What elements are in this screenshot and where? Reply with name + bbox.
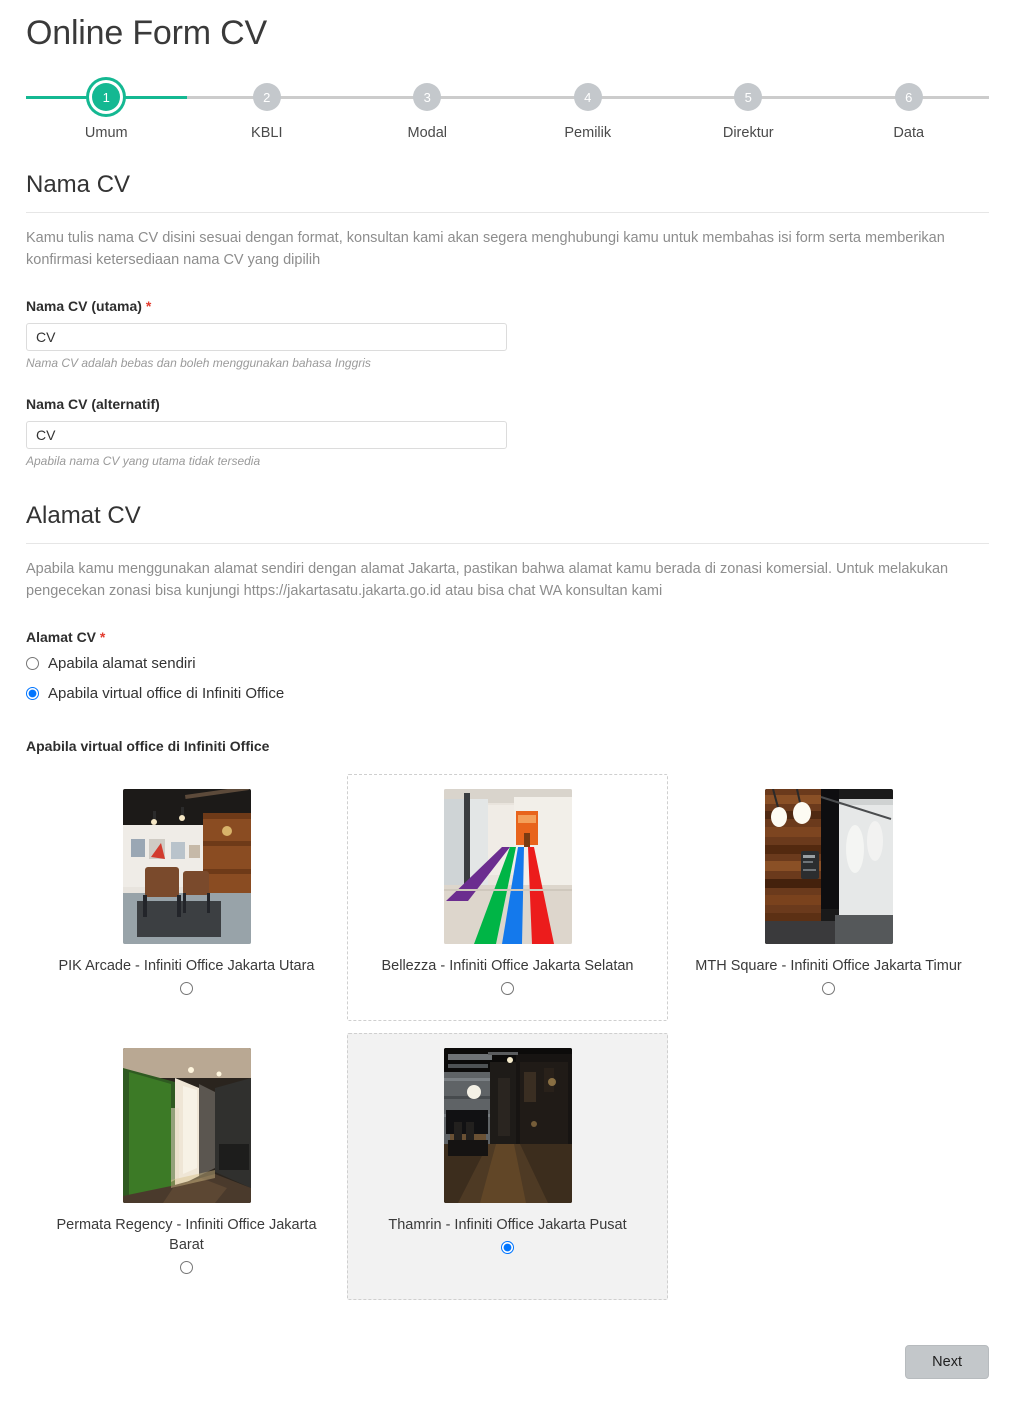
section-divider: [26, 211, 989, 213]
required-asterisk: *: [145, 297, 152, 314]
stepper-step-6[interactable]: 6 Data: [828, 83, 989, 145]
stepper-step-4[interactable]: 4 Pemilik: [507, 83, 668, 145]
next-button[interactable]: Next: [905, 1345, 989, 1379]
stepper-bullet-6: 6: [894, 83, 923, 112]
radio-virtual-office[interactable]: [26, 686, 39, 700]
stepper-step-1[interactable]: 1 Umum: [26, 83, 187, 145]
stepper-step-5[interactable]: 5 Direktur: [668, 83, 829, 145]
office-photo-bellezza: [443, 788, 572, 944]
radio-office-bellezza[interactable]: [501, 981, 514, 995]
office-name-pik-arcade: PIK Arcade - Infiniti Office Jakarta Uta…: [58, 957, 315, 974]
field-nama-cv-alternatif: Nama CV (alternatif) Apabila nama CV yan…: [26, 396, 989, 468]
input-nama-cv-alternatif[interactable]: [26, 420, 507, 449]
office-photo-mth-square: [764, 788, 893, 944]
office-name-thamrin: Thamrin - Infiniti Office Jakarta Pusat: [388, 1216, 627, 1233]
office-card-pik-arcade[interactable]: PIK Arcade - Infiniti Office Jakarta Uta…: [26, 774, 347, 1021]
office-radio-wrap-bellezza[interactable]: [360, 981, 655, 1000]
office-card-bellezza[interactable]: Bellezza - Infiniti Office Jakarta Selat…: [347, 773, 668, 1021]
form-stepper: 1 Umum 2 KBLI 3 Modal 4 Pemilik 5 Direkt…: [26, 83, 989, 145]
label-nama-cv-utama: Nama CV (utama) *: [26, 298, 989, 314]
radio-office-permata-regency[interactable]: [180, 1261, 193, 1275]
office-radio-wrap-permata-regency[interactable]: [39, 1261, 334, 1279]
office-name-permata-regency: Permata Regency - Infiniti Office Jakart…: [56, 1216, 317, 1254]
office-name-mth-square: MTH Square - Infiniti Office Jakarta Tim…: [695, 957, 962, 974]
radio-row-virtual-office[interactable]: Apabila virtual office di Infiniti Offic…: [26, 685, 989, 702]
input-nama-cv-utama[interactable]: [26, 322, 507, 351]
section-title-alamat-cv: Alamat CV: [26, 501, 141, 529]
office-selection-grid: PIK Arcade - Infiniti Office Jakarta Uta…: [26, 773, 989, 1301]
office-radio-wrap-mth-square[interactable]: [681, 981, 976, 1000]
radio-office-pik-arcade[interactable]: [180, 981, 193, 995]
office-radio-wrap-pik-arcade[interactable]: [39, 981, 334, 1000]
office-card-permata-regency[interactable]: Permata Regency - Infiniti Office Jakart…: [26, 1033, 347, 1301]
stepper-bullet-3: 3: [413, 83, 442, 112]
hint-nama-cv-utama: Nama CV adalah bebas dan boleh menggunak…: [26, 355, 371, 370]
stepper-label-kbli: KBLI: [251, 125, 283, 142]
page-title: Online Form CV: [26, 14, 267, 52]
office-photo-pik-arcade: [122, 788, 251, 944]
stepper-bullet-1: 1: [92, 83, 121, 112]
radio-office-thamrin[interactable]: [501, 1241, 514, 1255]
stepper-step-3[interactable]: 3 Modal: [347, 83, 508, 145]
office-photo-thamrin: [443, 1047, 572, 1203]
required-asterisk: *: [99, 628, 106, 645]
section-description-nama-cv: Kamu tulis nama CV disini sesuai dengan …: [26, 229, 945, 269]
section-title-nama-cv: Nama CV: [26, 171, 131, 199]
office-radio-wrap-thamrin[interactable]: [360, 1241, 655, 1259]
section-description-alamat-cv: Apabila kamu menggunakan alamat sendiri …: [26, 560, 949, 600]
hint-nama-cv-alternatif: Apabila nama CV yang utama tidak tersedi…: [26, 453, 261, 468]
label-text: Nama CV (alternatif): [26, 395, 160, 412]
stepper-label-pemilik: Pemilik: [564, 125, 612, 142]
online-form-cv-page: Online Form CV 1 Umum 2 KBLI 3 Modal 4 P…: [0, 14, 1015, 1411]
label-alamat-cv: Alamat CV *: [26, 629, 989, 645]
field-alamat-cv: Alamat CV * Apabila alamat sendiri Apabi…: [26, 629, 989, 702]
radio-alamat-sendiri[interactable]: [26, 656, 39, 670]
stepper-bullet-5: 5: [734, 83, 763, 112]
sub-label-virtual-office: Apabila virtual office di Infiniti Offic…: [26, 737, 270, 754]
office-name-bellezza: Bellezza - Infiniti Office Jakarta Selat…: [381, 957, 634, 974]
office-card-mth-square[interactable]: MTH Square - Infiniti Office Jakarta Tim…: [668, 774, 989, 1021]
radio-office-mth-square[interactable]: [822, 981, 835, 995]
office-photo-permata-regency: [122, 1047, 251, 1203]
radio-label-virtual-office[interactable]: Apabila virtual office di Infiniti Offic…: [48, 685, 284, 702]
stepper-step-2[interactable]: 2 KBLI: [186, 83, 347, 145]
field-nama-cv-utama: Nama CV (utama) * Nama CV adalah bebas d…: [26, 298, 989, 370]
label-text: Alamat CV: [26, 628, 97, 645]
form-footer: Next: [26, 1345, 989, 1379]
stepper-label-umum: Umum: [84, 125, 128, 142]
radio-row-alamat-sendiri[interactable]: Apabila alamat sendiri: [26, 655, 989, 672]
stepper-bullet-2: 2: [252, 83, 281, 112]
stepper-label-direktur: Direktur: [722, 125, 774, 142]
stepper-label-data: Data: [893, 125, 925, 142]
radio-label-alamat-sendiri[interactable]: Apabila alamat sendiri: [48, 655, 196, 672]
label-text: Nama CV (utama): [26, 297, 142, 314]
section-divider: [26, 542, 989, 544]
stepper-label-modal: Modal: [407, 125, 448, 142]
office-card-thamrin[interactable]: Thamrin - Infiniti Office Jakarta Pusat: [347, 1032, 668, 1301]
stepper-bullet-4: 4: [573, 83, 602, 112]
label-nama-cv-alternatif: Nama CV (alternatif): [26, 396, 989, 412]
